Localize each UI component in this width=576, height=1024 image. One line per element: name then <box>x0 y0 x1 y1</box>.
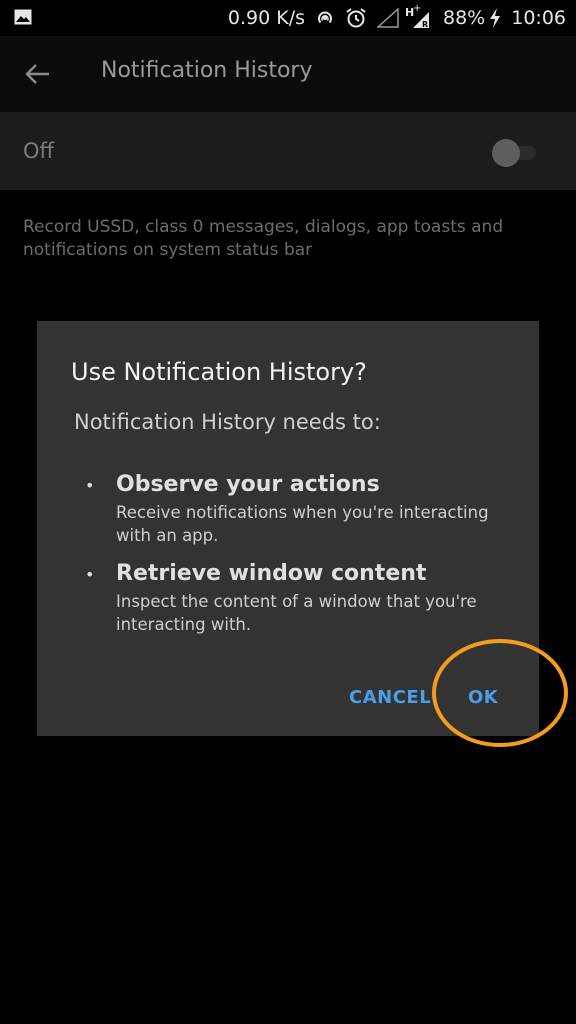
bullet: • <box>85 476 95 495</box>
screen: 0.90 K/s H + R 88% 10:06 Notification Hi… <box>0 0 576 1024</box>
hotspot-icon <box>315 8 335 28</box>
dialog-subtitle: Notification History needs to: <box>74 410 381 434</box>
feature-description: Record USSD, class 0 messages, dialogs, … <box>23 217 504 260</box>
back-arrow-icon[interactable] <box>24 60 52 88</box>
capability-description: Receive notifications when you're intera… <box>116 503 489 545</box>
toggle-thumb[interactable] <box>492 139 520 167</box>
master-switch-row[interactable]: Off <box>0 112 576 190</box>
clock: 10:06 <box>511 7 566 29</box>
bullet: • <box>85 565 95 584</box>
capability-title: Retrieve window content <box>116 561 427 586</box>
toolbar: Notification History <box>0 36 576 112</box>
roaming-label: R <box>422 20 429 29</box>
gallery-icon <box>14 9 32 25</box>
signal-empty-icon <box>377 8 399 28</box>
charging-icon <box>489 8 501 28</box>
capability-description: Inspect the content of a window that you… <box>116 592 477 634</box>
master-switch-label: Off <box>23 139 54 163</box>
dialog-title: Use Notification History? <box>71 358 367 386</box>
page-title: Notification History <box>101 58 313 83</box>
battery-level: 88% <box>443 7 486 29</box>
cancel-button[interactable]: CANCEL <box>349 687 431 708</box>
permission-dialog: Use Notification History? Notification H… <box>37 321 539 736</box>
mobile-signal-icon: H + R <box>405 3 431 30</box>
network-speed: 0.90 K/s <box>227 7 305 29</box>
status-bar: 0.90 K/s H + R 88% 10:06 <box>0 0 576 36</box>
alarm-icon <box>345 7 367 29</box>
capability-title: Observe your actions <box>116 472 380 497</box>
ok-button[interactable]: OK <box>468 687 498 708</box>
status-icons: 0.90 K/s H + R 88% 10:06 <box>218 0 566 36</box>
